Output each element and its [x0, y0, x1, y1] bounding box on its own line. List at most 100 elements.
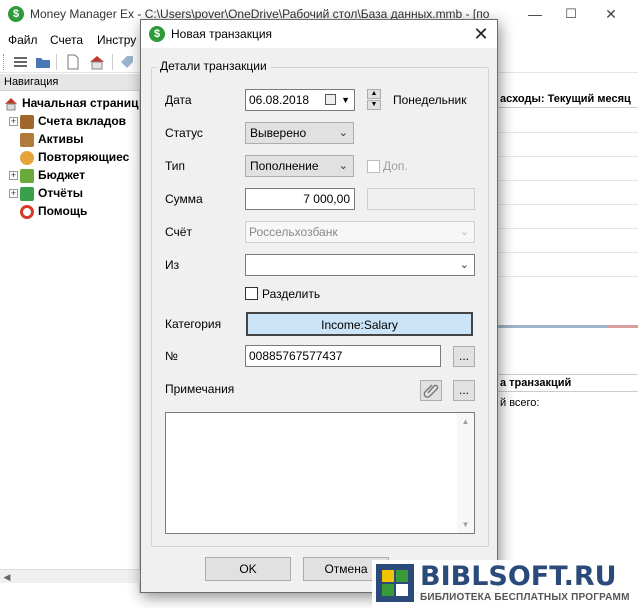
nav-item-reports[interactable]: Отчёты	[20, 184, 83, 202]
advanced-label: Доп.	[383, 159, 408, 173]
app-logo-icon: $	[149, 26, 165, 42]
date-value: 06.08.2018	[249, 93, 310, 107]
scroll-left-icon[interactable]: ◀	[0, 570, 14, 584]
expand-toggle[interactable]: +	[9, 189, 18, 198]
notes-more-button[interactable]: ...	[453, 380, 475, 401]
treasure-chest-icon	[20, 114, 34, 129]
transactions-total: й всего:	[500, 397, 540, 409]
split-checkbox[interactable]	[245, 287, 258, 300]
navigation-header: Навигация	[0, 74, 140, 91]
table-row-divider	[498, 252, 638, 253]
toolbar-separator	[112, 54, 113, 70]
navigation-horizontal-scrollbar[interactable]: ◀	[0, 569, 140, 583]
notes-label: Примечания	[165, 382, 235, 396]
table-row-divider	[498, 180, 638, 181]
calendar-icon[interactable]	[325, 94, 336, 105]
status-value: Выверено	[250, 126, 307, 140]
notes-textarea[interactable]: ▲ ▼	[165, 412, 475, 534]
tag-icon[interactable]	[118, 53, 136, 71]
weekday-label: Понедельник	[393, 93, 467, 107]
ok-button[interactable]: OK	[205, 557, 291, 581]
expand-toggle[interactable]: +	[9, 117, 18, 126]
reports-icon	[20, 186, 34, 201]
scroll-up-icon[interactable]: ▲	[457, 413, 474, 430]
category-button[interactable]: Income:Salary	[246, 312, 473, 336]
budget-icon	[20, 168, 34, 183]
type-select[interactable]: Пополнение ⌄	[245, 155, 354, 177]
watermark-subtitle: БИБЛИОТЕКА БЕСПЛАТНЫХ ПРОГРАММ	[420, 592, 630, 603]
menu-accounts[interactable]: Счета	[50, 33, 83, 47]
chevron-down-icon: ⌄	[459, 259, 469, 271]
status-label: Статус	[165, 126, 203, 140]
type-value: Пополнение	[250, 159, 319, 173]
menu-file[interactable]: Файл	[8, 33, 38, 47]
new-document-icon[interactable]	[64, 53, 82, 71]
recurring-icon	[20, 150, 34, 165]
chevron-down-icon[interactable]: ▼	[341, 90, 350, 110]
attachment-button[interactable]	[420, 380, 442, 401]
account-select[interactable]: Россельхозбанк ⌄	[245, 221, 475, 243]
nav-item-label: Повторяющиес	[38, 150, 130, 164]
nav-item-recurring[interactable]: Повторяющиес	[20, 148, 129, 166]
toolbar-separator	[56, 54, 57, 70]
number-input[interactable]: 00885767577437	[245, 345, 441, 367]
new-transaction-dialog: $ Новая транзакция ✕ Детали транзакции Д…	[140, 19, 498, 593]
table-row-divider	[498, 228, 638, 229]
nav-item-label: Отчёты	[38, 186, 83, 200]
date-spin-down-button[interactable]: ▼	[367, 100, 381, 110]
nav-item-label: Активы	[38, 132, 84, 146]
paperclip-icon	[423, 384, 439, 398]
category-label: Категория	[165, 317, 222, 331]
date-label: Дата	[165, 93, 192, 107]
type-label: Тип	[165, 159, 186, 173]
main-close-button[interactable]: ✕	[596, 4, 626, 24]
accounts-list-icon[interactable]	[12, 53, 30, 71]
amount-label: Сумма	[165, 192, 203, 206]
dialog-title-bar[interactable]: $ Новая транзакция ✕	[141, 20, 497, 48]
expand-toggle[interactable]: +	[9, 171, 18, 180]
maximize-button[interactable]: ☐	[556, 4, 586, 24]
nav-item-accounts[interactable]: Счета вкладов	[20, 112, 126, 130]
notes-scrollbar[interactable]: ▲ ▼	[457, 413, 474, 533]
app-logo-icon: $	[8, 6, 24, 22]
account-label: Счёт	[165, 225, 192, 239]
nav-item-budget[interactable]: Бюджет	[20, 166, 85, 184]
home-icon[interactable]	[88, 53, 106, 71]
from-label: Из	[165, 258, 180, 272]
site-logo-icon	[376, 564, 414, 602]
status-select[interactable]: Выверено ⌄	[245, 122, 354, 144]
dialog-title: Новая транзакция	[171, 27, 273, 41]
date-picker[interactable]: 06.08.2018 ▼	[245, 89, 355, 111]
watermark-title: BIBLSOFT.RU	[420, 561, 617, 592]
income-bar	[498, 325, 608, 328]
expense-bar	[608, 325, 638, 328]
nav-item-label: Счета вкладов	[38, 114, 127, 128]
nav-item-assets[interactable]: Активы	[20, 130, 84, 148]
number-more-button[interactable]: ...	[453, 346, 475, 367]
nav-item-help[interactable]: Помощь	[20, 202, 87, 220]
from-select[interactable]: ⌄	[245, 254, 475, 276]
amount-input[interactable]: 7 000,00	[245, 188, 355, 210]
lifebuoy-icon	[20, 204, 34, 219]
split-label: Разделить	[262, 287, 321, 301]
toolbar-grip[interactable]	[3, 54, 6, 70]
dialog-close-button[interactable]: ✕	[467, 22, 495, 46]
transactions-header: а транзакций	[498, 374, 638, 392]
home-summary-panel: асходы: Текущий месяц а транзакций й все…	[498, 74, 638, 594]
navigation-panel: Навигация Начальная страниц + Счета вкла…	[0, 74, 140, 594]
chevron-down-icon: ⌄	[338, 127, 348, 139]
menu-tools[interactable]: Инстру	[97, 33, 136, 47]
date-spin-up-button[interactable]: ▲	[367, 89, 381, 99]
watermark: BIBLSOFT.RU БИБЛИОТЕКА БЕСПЛАТНЫХ ПРОГРА…	[372, 560, 638, 608]
nav-item-home[interactable]: Начальная страниц	[4, 94, 139, 112]
nav-item-label: Начальная страниц	[22, 96, 139, 110]
expenses-current-month-header: асходы: Текущий месяц	[498, 90, 638, 108]
scroll-down-icon[interactable]: ▼	[457, 516, 474, 533]
chevron-down-icon: ⌄	[338, 160, 348, 172]
minimize-button[interactable]: —	[520, 4, 550, 24]
nav-item-label: Помощь	[38, 204, 88, 218]
advanced-amount-input[interactable]	[367, 188, 475, 210]
open-folder-icon[interactable]	[34, 53, 52, 71]
home-icon	[4, 97, 18, 111]
advanced-checkbox[interactable]	[367, 160, 380, 173]
